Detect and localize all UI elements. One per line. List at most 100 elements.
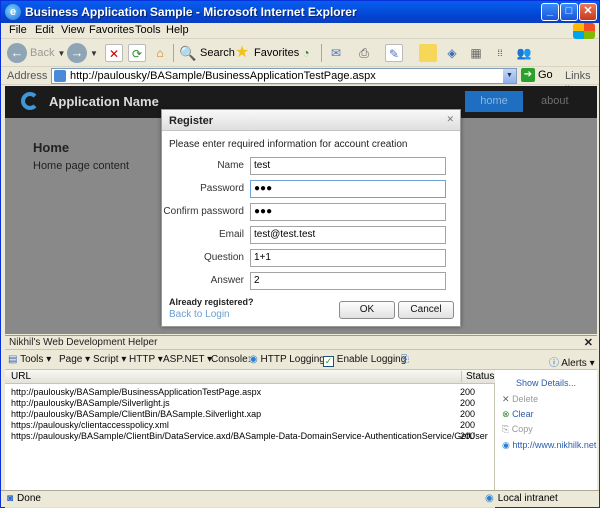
script-menu[interactable]: Script ▾ [93, 354, 126, 365]
dialog-title: Register [169, 115, 214, 127]
windows-logo-icon [573, 23, 595, 39]
dialog-close-icon[interactable]: ✕ [446, 114, 454, 125]
answer-row: Answer 2 [162, 272, 460, 290]
refresh-icon[interactable]: ⟳ [128, 44, 146, 62]
tools-menu[interactable]: ▤ Tools ▾ [8, 354, 51, 365]
email-row: Email test@test.test [162, 226, 460, 244]
app-logo-icon [21, 92, 39, 110]
security-zone: Local intranet [497, 493, 558, 504]
dev-helper-close-icon[interactable]: ✕ [584, 336, 593, 349]
aspnet-menu[interactable]: ASP.NET ▾ [163, 354, 212, 365]
app-name: Application Name [49, 94, 159, 109]
dev-helper-toolbar: ▤ Tools ▾ Page ▾ Script ▾ HTTP ▾ ASP.NET… [5, 350, 597, 370]
password-label: Password [200, 183, 244, 194]
address-label: Address [7, 70, 48, 82]
search-button[interactable]: 🔍 Search [179, 42, 235, 64]
menu-bar: File Edit View Favorites Tools Help [1, 23, 599, 39]
close-button[interactable]: ✕ [579, 3, 597, 21]
dialog-header: Register ✕ [162, 110, 460, 131]
binary-icon[interactable]: ⁞⁞ [491, 44, 509, 62]
menu-view[interactable]: View [61, 24, 85, 36]
console-label: Console: [211, 354, 251, 365]
clear-icon: ⊗ [502, 409, 510, 419]
status-column-header[interactable]: Status [461, 371, 494, 382]
discuss-icon[interactable] [419, 44, 437, 62]
menu-edit[interactable]: Edit [35, 24, 54, 36]
messenger-icon[interactable]: ◈ [443, 44, 461, 62]
menu-favorites[interactable]: Favorites [89, 24, 134, 36]
intranet-icon: ◉ [485, 493, 494, 504]
users-icon[interactable]: 👥 [515, 44, 533, 62]
nav-home-button[interactable]: home [465, 91, 523, 112]
url-column-header[interactable]: URL [11, 371, 31, 382]
print-icon[interactable]: ⎙ [355, 44, 373, 62]
delete-action[interactable]: ✕ Delete [502, 394, 538, 405]
menu-help[interactable]: Help [166, 24, 189, 36]
alerts-menu[interactable]: ⓘ Alerts ▾ [549, 354, 595, 369]
name-field[interactable]: test [250, 157, 446, 175]
export-icon[interactable]: ⎘ [401, 354, 409, 365]
forward-arrow-icon: → [67, 43, 87, 63]
history-icon[interactable]: ◔ [297, 44, 315, 62]
globe-icon: ◉ [502, 440, 510, 450]
confirm-password-row: Confirm password ●●● [162, 203, 460, 221]
ok-button[interactable]: OK [339, 301, 395, 319]
answer-field[interactable]: 2 [250, 272, 446, 290]
grid-header: URL Status [5, 370, 495, 384]
go-button[interactable]: ➔ Go [521, 68, 553, 82]
globe-icon: ◉ [249, 354, 258, 365]
email-field[interactable]: test@test.test [250, 226, 446, 244]
question-label: Question [203, 252, 244, 263]
mail-icon[interactable]: ✉ [327, 44, 345, 62]
nikhilk-link[interactable]: ◉ http://www.nikhilk.net [502, 440, 596, 451]
home-icon[interactable]: ⌂ [151, 44, 169, 62]
ie-icon: e [5, 4, 21, 20]
dev-helper-panel: Nikhil's Web Development Helper ✕ ▤ Tool… [5, 335, 597, 508]
copy-action[interactable]: ⎘ Copy [502, 424, 533, 435]
edit-icon[interactable]: ✎ [385, 44, 403, 62]
title-bar: e Business Application Sample - Microsof… [1, 1, 599, 23]
favorites-button[interactable]: ★ Favorites [233, 42, 299, 64]
email-label: Email [218, 229, 244, 240]
dev-helper-actions: Show Details... ✕ Delete ⊗ Clear ⎘ Copy … [496, 370, 597, 491]
back-arrow-icon: ← [7, 43, 27, 63]
table-row[interactable]: http://paulousky/BASample/Silverlight.js… [5, 398, 495, 409]
page-icon [54, 70, 66, 82]
menu-file[interactable]: File [9, 24, 27, 36]
table-row[interactable]: http://paulousky/BASample/ClientBin/BASa… [5, 409, 495, 420]
password-field[interactable]: ●●● [250, 180, 446, 198]
table-row[interactable]: https://paulousky/clientaccesspolicy.xml… [5, 420, 495, 431]
back-to-login-link[interactable]: Back to Login [169, 309, 230, 320]
research-icon[interactable]: ▦ [467, 44, 485, 62]
address-input[interactable]: http://paulousky/BASample/BusinessApplic… [51, 68, 517, 84]
nav-about-link[interactable]: about [541, 95, 569, 107]
request-log-grid: URL Status http://paulousky/BASample/Bus… [5, 370, 495, 508]
password-row: Password ●●● [162, 180, 460, 198]
stop-icon[interactable]: ✕ [105, 44, 123, 62]
status-text: Done [17, 493, 41, 504]
name-row: Name test [162, 157, 460, 175]
table-row[interactable]: https://paulousky/BASample/ClientBin/Dat… [5, 431, 495, 442]
menu-tools[interactable]: Tools [135, 24, 161, 36]
enable-logging-checkbox[interactable]: ✓ Enable Logging [323, 354, 406, 367]
minimize-button[interactable]: _ [541, 3, 559, 21]
back-button[interactable]: ← Back ▼ [7, 42, 65, 64]
confirm-password-field[interactable]: ●●● [250, 203, 446, 221]
page-content-text: Home page content [33, 160, 130, 172]
page-menu[interactable]: Page ▾ [59, 354, 90, 365]
forward-button[interactable]: → ▼ [67, 42, 98, 64]
register-dialog: Register ✕ Please enter required informa… [161, 109, 461, 327]
http-logging-menu[interactable]: ◉ HTTP Logging ▾ [249, 354, 333, 365]
confirm-password-label: Confirm password [163, 206, 244, 217]
question-field[interactable]: 1+1 [250, 249, 446, 267]
http-menu[interactable]: HTTP ▾ [129, 354, 163, 365]
address-dropdown-icon[interactable]: ▼ [503, 69, 516, 83]
show-details-link[interactable]: Show Details... [516, 378, 576, 388]
maximize-button[interactable]: □ [560, 3, 578, 21]
clear-action[interactable]: ⊗ Clear [502, 409, 534, 420]
address-url[interactable]: http://paulousky/BASample/BusinessApplic… [70, 70, 376, 82]
cancel-button[interactable]: Cancel [398, 301, 454, 319]
table-row[interactable]: http://paulousky/BASample/BusinessApplic… [5, 387, 495, 398]
tools-icon: ▤ [8, 354, 18, 365]
dev-helper-title-bar: Nikhil's Web Development Helper ✕ [5, 336, 597, 350]
